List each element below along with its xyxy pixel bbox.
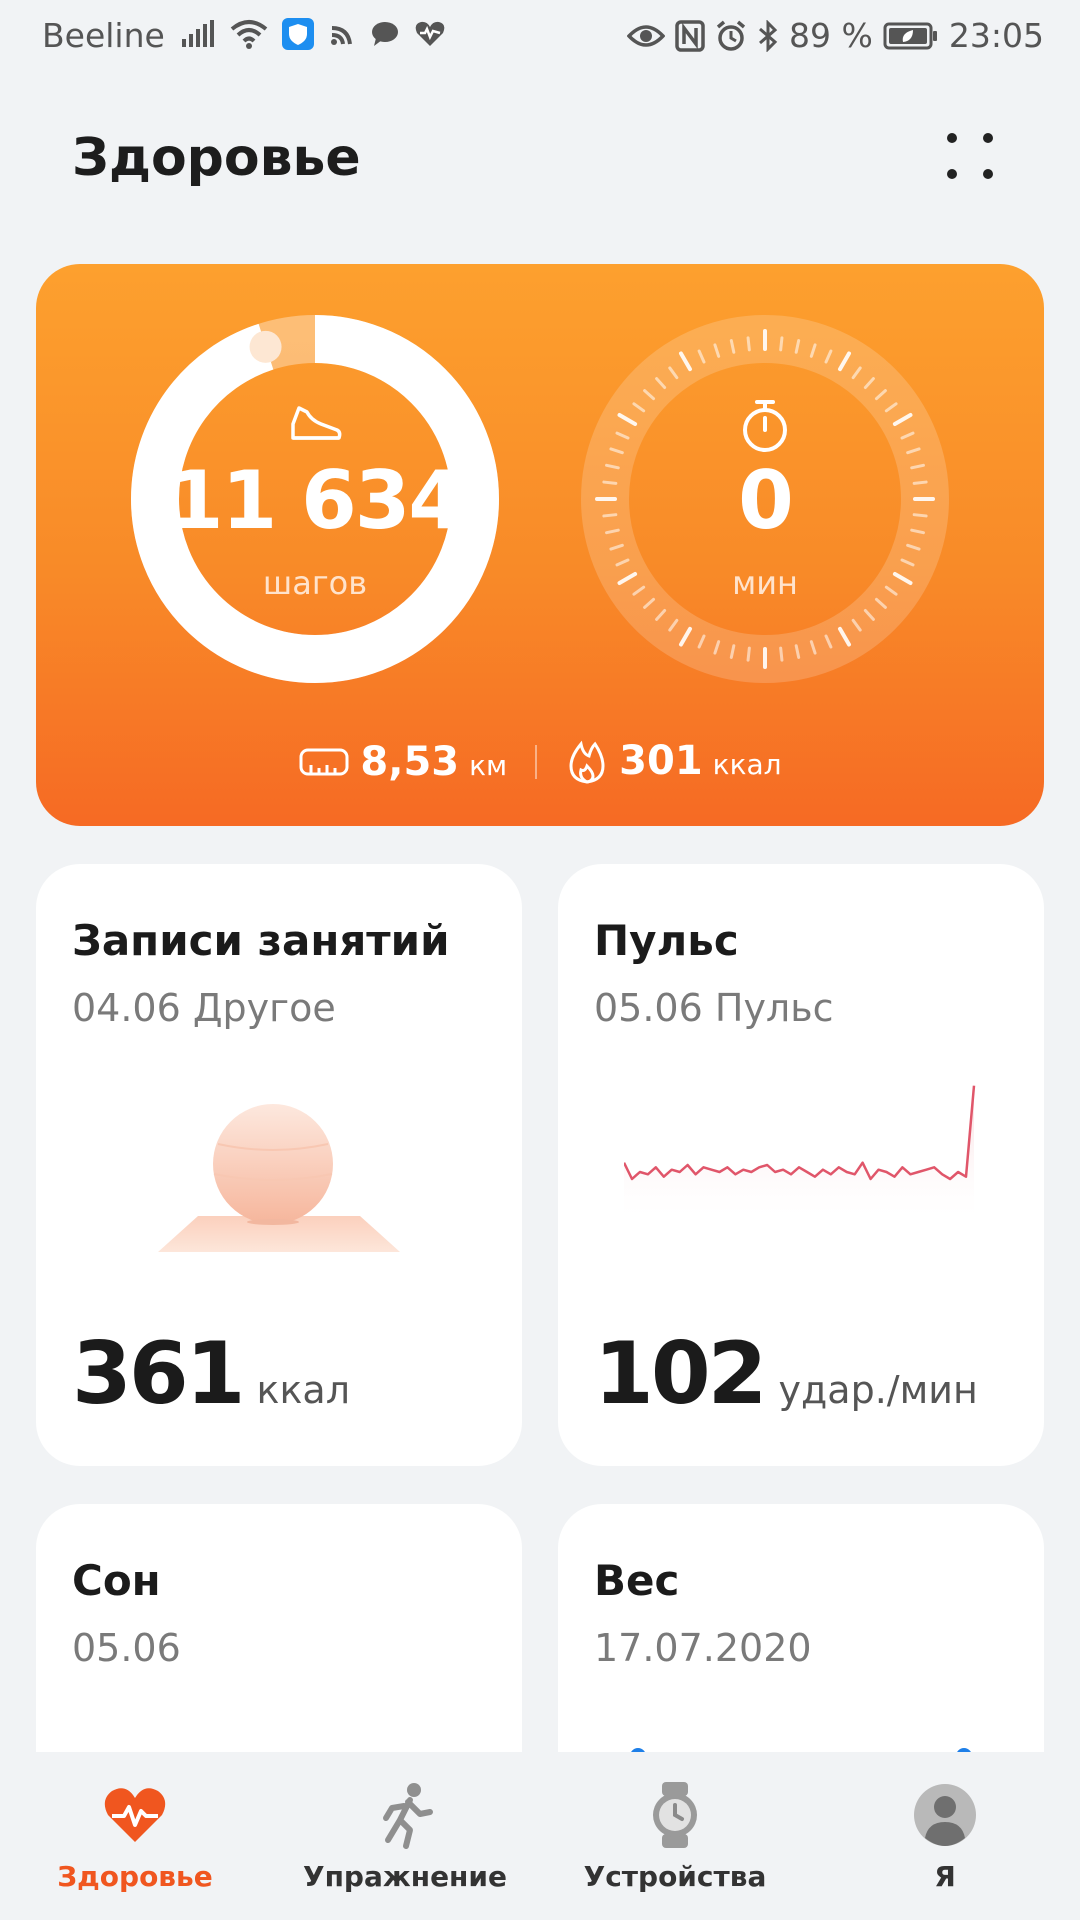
tile-subtitle: 17.07.2020	[594, 1626, 812, 1670]
calories-value: 301	[619, 738, 703, 784]
vpn-shield-icon	[282, 18, 314, 50]
grid-dots-icon[interactable]	[940, 128, 1000, 188]
watch-icon	[653, 1782, 697, 1848]
status-left-icons	[180, 18, 446, 50]
tile-subtitle: 04.06 Другое	[72, 986, 336, 1030]
profile-icon	[914, 1784, 976, 1846]
heart-rate-tile[interactable]: Пульс 05.06 Пульс 102 удар./мин	[558, 864, 1044, 1466]
steps-value: 11 634	[167, 454, 464, 547]
workout-calories-value: 361	[72, 1324, 246, 1424]
stats-divider	[535, 745, 538, 779]
alarm-icon	[716, 20, 746, 51]
battery-percent: 89 %	[789, 16, 873, 55]
signal-icon	[182, 20, 214, 47]
active-time-ring[interactable]: 0 мин	[580, 314, 950, 684]
tile-subtitle: 05.06	[72, 1626, 181, 1670]
bluetooth-icon	[759, 19, 778, 52]
activity-stats: 8,53 км 301 ккал	[36, 732, 1044, 792]
stopwatch-icon	[743, 400, 787, 452]
heart-rate-value: 102	[594, 1324, 768, 1424]
heart-pulse-icon	[104, 1788, 166, 1842]
workout-records-tile[interactable]: Записи занятий 04.06 Другое 361 ккал	[36, 864, 522, 1466]
nav-devices[interactable]: Устройства	[540, 1752, 810, 1920]
calories-stat: 301 ккал	[565, 738, 782, 786]
clock: 23:05	[948, 16, 1044, 55]
nav-exercise[interactable]: Упражнение	[270, 1752, 540, 1920]
cast-icon	[331, 26, 352, 45]
activity-card[interactable]: 11 634 шагов 0 мин 8,53 км 301 ккал	[36, 264, 1044, 826]
tile-subtitle: 05.06 Пульс	[594, 986, 834, 1030]
active-minutes-unit: мин	[732, 564, 798, 602]
heart-rate-unit: удар./мин	[778, 1368, 978, 1412]
tile-title: Сон	[72, 1556, 161, 1605]
distance-unit: км	[469, 749, 508, 782]
tile-value-row: 102 удар./мин	[594, 1324, 978, 1424]
steps-unit: шагов	[262, 564, 368, 602]
nav-label: Упражнение	[302, 1860, 508, 1893]
heart-pulse-icon	[415, 21, 445, 46]
tile-title: Записи занятий	[72, 916, 450, 965]
wifi-icon	[230, 20, 268, 49]
steps-ring[interactable]: 11 634 шагов	[130, 314, 500, 684]
flame-icon	[569, 740, 605, 784]
runner-icon	[383, 1783, 433, 1849]
battery-icon	[883, 22, 937, 49]
nav-label: Устройства	[583, 1860, 767, 1893]
chat-icon	[372, 22, 398, 46]
active-minutes-value: 0	[738, 454, 794, 547]
calories-unit: ккал	[712, 748, 782, 781]
heart-rate-sparkline	[624, 1085, 976, 1224]
eye-icon	[627, 24, 666, 47]
nfc-icon	[675, 19, 705, 52]
nav-health[interactable]: Здоровье	[0, 1752, 270, 1920]
distance-value: 8,53	[360, 739, 460, 785]
tile-title: Пульс	[594, 916, 739, 965]
ruler-icon	[299, 748, 349, 776]
workout-calories-unit: ккал	[256, 1368, 351, 1412]
status-right: 89 % 23:05	[627, 16, 1044, 55]
carrier-name: Beeline	[42, 16, 165, 55]
fitness-ball-illustration	[158, 1104, 400, 1252]
status-bar: Beeline 89 % 23:05	[0, 0, 1080, 78]
nav-profile[interactable]: Я	[810, 1752, 1080, 1920]
distance-stat: 8,53 км	[298, 739, 507, 785]
bottom-navigation: Здоровье Упражнение Устройства Я	[0, 1752, 1080, 1920]
tile-title: Вес	[594, 1556, 680, 1605]
nav-label: Я	[934, 1860, 956, 1893]
tile-value-row: 361 ккал	[72, 1324, 350, 1424]
nav-label: Здоровье	[57, 1860, 213, 1893]
shoe-icon	[291, 406, 342, 440]
page-title: Здоровье	[72, 128, 361, 188]
